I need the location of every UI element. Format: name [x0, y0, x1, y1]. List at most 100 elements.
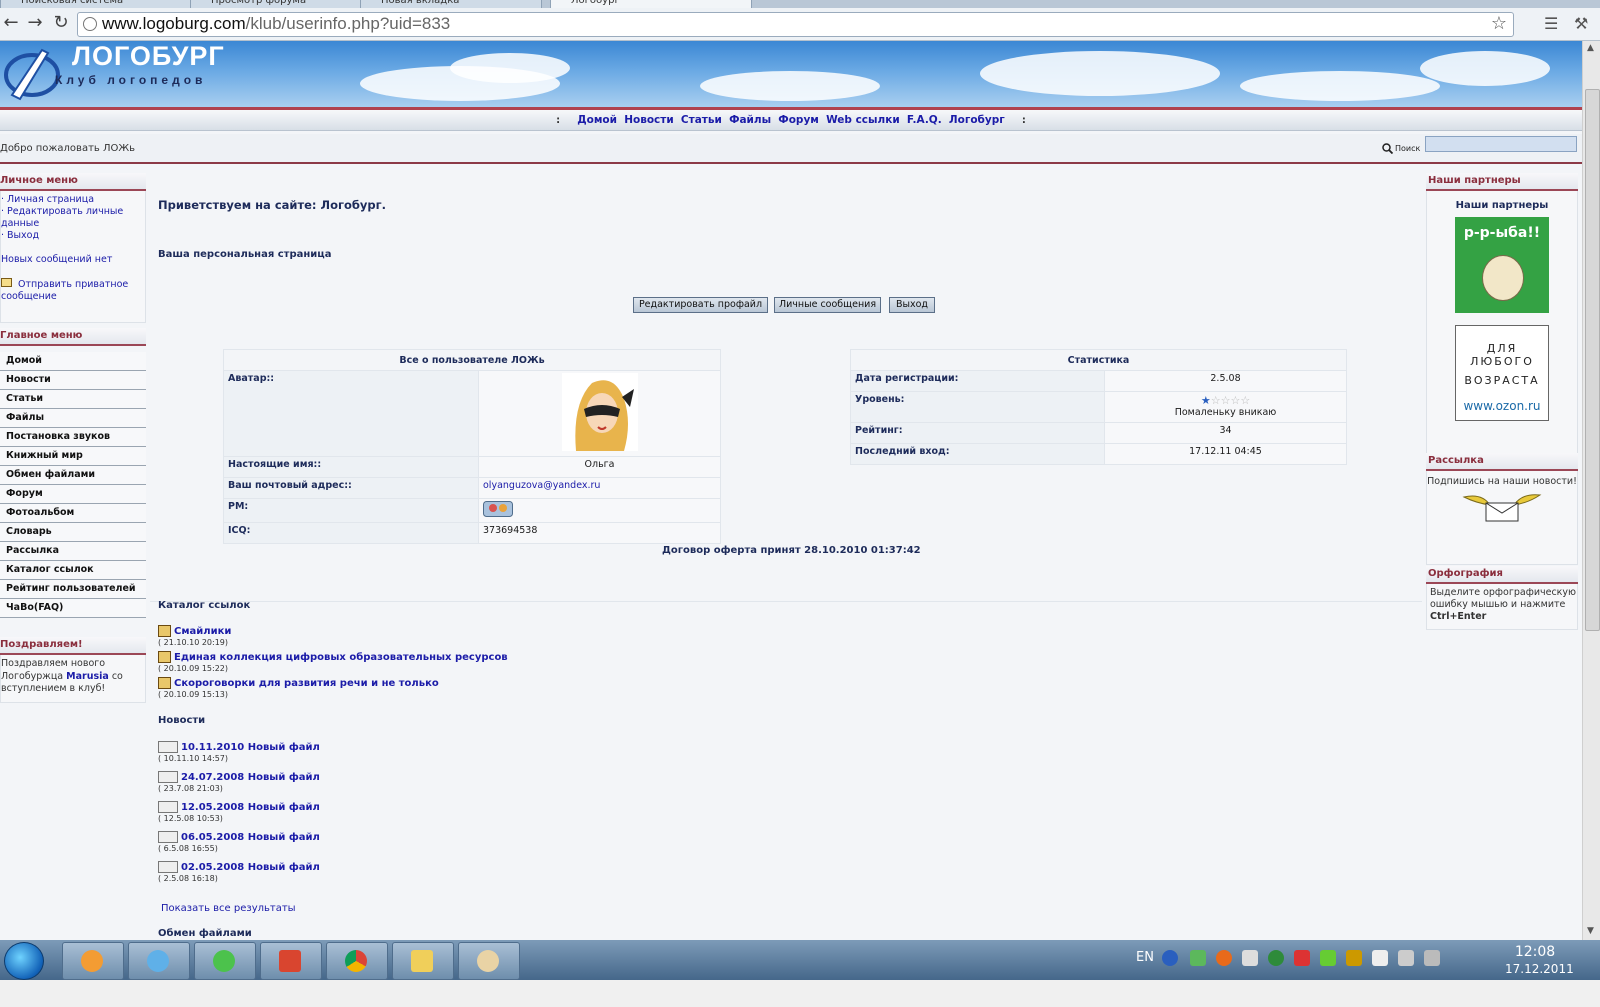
reload-button[interactable]: ↻ — [50, 12, 72, 34]
taskbar-clock[interactable]: 12:08 17.12.2011 — [1505, 944, 1574, 976]
browser-tab[interactable]: Новая вкладка — [360, 0, 542, 8]
home-icon — [158, 677, 171, 689]
scrollbar-thumb[interactable] — [1585, 89, 1600, 631]
start-button[interactable] — [4, 942, 44, 980]
menu-item-user-rating[interactable]: Рейтинг пользователей — [0, 580, 146, 599]
menu-item-sound-setting[interactable]: Постановка звуков — [0, 428, 146, 447]
taskbar-app-2[interactable] — [128, 942, 190, 980]
winged-envelope-icon[interactable] — [1462, 489, 1542, 523]
partner-banner-fish[interactable]: р-р-ыба!! — [1455, 217, 1549, 313]
catalog-link[interactable]: Единая коллекция цифровых образовательны… — [174, 652, 508, 663]
page-scrollbar[interactable]: ▲ ▼ — [1582, 41, 1600, 940]
news-link[interactable]: 10.11.2010 Новый файл — [181, 742, 320, 753]
menu-item-news[interactable]: Новости — [0, 371, 146, 390]
nav-articles[interactable]: Статьи — [681, 110, 722, 130]
help-icon[interactable] — [1162, 950, 1178, 966]
last-login-label: Последний вход: — [850, 443, 1105, 465]
pm-users-icon[interactable] — [483, 501, 513, 517]
volume-icon[interactable] — [1424, 950, 1440, 966]
user-avatar — [561, 373, 638, 451]
nav-news[interactable]: Новости — [624, 110, 674, 130]
wrench-icon[interactable]: ⚒ — [1574, 14, 1588, 33]
taskbar-app-1[interactable] — [62, 942, 124, 980]
site-logo-icon[interactable] — [2, 45, 62, 101]
news-heading: Новости — [158, 715, 206, 726]
tray-app-icon[interactable] — [1294, 950, 1310, 966]
scroll-down-arrow-icon[interactable]: ▼ — [1587, 926, 1594, 936]
pm-label: PM: — [223, 498, 479, 523]
scroll-up-arrow-icon[interactable]: ▲ — [1587, 43, 1594, 53]
network-icon[interactable] — [1398, 950, 1414, 966]
nav-logoburg[interactable]: Логобург — [949, 110, 1005, 130]
tray-app-icon[interactable] — [1320, 950, 1336, 966]
menu-item-home[interactable]: Домой — [0, 352, 146, 371]
menu-item-file-exchange[interactable]: Обмен файлами — [0, 466, 146, 485]
taskbar-app-chrome[interactable] — [326, 942, 388, 980]
news-link[interactable]: 24.07.2008 Новый файл — [181, 772, 320, 783]
show-all-results-link[interactable]: Показать все результаты — [161, 903, 296, 914]
menu-item-link-catalog[interactable]: Каталог ссылок — [0, 561, 146, 580]
spelling-title: Орфография — [1426, 566, 1578, 584]
logout-button[interactable]: Выход — [889, 297, 935, 313]
back-button[interactable]: ← — [0, 12, 22, 34]
nav-faq[interactable]: F.A.Q. — [907, 110, 942, 130]
news-link[interactable]: 06.05.2008 Новый файл — [181, 832, 320, 843]
partner-banner-ozon[interactable]: ДЛЯ ЛЮБОГО ВОЗРАСТА www.ozon.ru — [1455, 325, 1549, 421]
private-messages-button[interactable]: Личные сообщения — [774, 297, 881, 313]
tray-app-icon[interactable] — [1216, 950, 1232, 966]
taskbar-app-paint[interactable] — [458, 942, 520, 980]
search-input[interactable] — [1425, 136, 1577, 152]
envelope-icon — [1, 278, 12, 287]
logout-link[interactable]: · Выход — [1, 230, 145, 242]
list-item: 06.05.2008 Новый файл( 6.5.08 16:55) — [158, 831, 320, 853]
edit-profile-link[interactable]: · Редактировать личные данные — [1, 206, 145, 230]
cloud-decor — [700, 71, 880, 101]
menu-item-forum[interactable]: Форум — [0, 485, 146, 504]
menu-item-mailing[interactable]: Рассылка — [0, 542, 146, 561]
no-messages-link[interactable]: Новых сообщений нет — [1, 254, 145, 266]
action-center-flag-icon[interactable] — [1372, 950, 1388, 966]
nav-files[interactable]: Файлы — [729, 110, 771, 130]
news-link[interactable]: 02.05.2008 Новый файл — [181, 862, 320, 873]
taskbar-app-3[interactable] — [194, 942, 256, 980]
menu-item-files[interactable]: Файлы — [0, 409, 146, 428]
news-icon — [158, 861, 178, 873]
email-link[interactable]: olyanguzova@yandex.ru — [478, 477, 721, 499]
browser-tab[interactable]: Просмотр форума — [190, 0, 362, 8]
send-private-message-link[interactable]: Отправить приватное сообщение — [1, 278, 145, 303]
catalog-link[interactable]: Скороговорки для развития речи и не толь… — [174, 678, 439, 689]
edit-profile-button[interactable]: Редактировать профайл — [633, 297, 768, 313]
nav-home[interactable]: Домой — [577, 110, 617, 130]
page-info-icon[interactable] — [83, 17, 97, 31]
tray-app-icon[interactable] — [1190, 950, 1206, 966]
catalog-link[interactable]: Смайлики — [174, 626, 231, 637]
language-indicator[interactable]: EN — [1136, 950, 1154, 965]
personal-page-link[interactable]: · Личная страница — [1, 194, 145, 206]
nav-forum[interactable]: Форум — [778, 110, 819, 130]
menu-item-photo-album[interactable]: Фотоальбом — [0, 504, 146, 523]
bookmark-star-icon[interactable]: ☆ — [1491, 13, 1507, 34]
site-name[interactable]: ЛОГОБУРГ — [72, 41, 225, 72]
last-login-value: 17.12.11 04:45 — [1104, 443, 1347, 465]
tray-app-icon[interactable] — [1242, 950, 1258, 966]
congrats-user-link[interactable]: Marusia — [66, 671, 109, 682]
menu-item-book-world[interactable]: Книжный мир — [0, 447, 146, 466]
menu-item-faq[interactable]: ЧаВо(FAQ) — [0, 599, 146, 618]
browser-tabstrip: Поисковая система Просмотр форума Новая … — [0, 0, 1600, 8]
taskbar-app-4[interactable] — [260, 942, 322, 980]
address-bar[interactable]: www.logoburg.com/klub/userinfo.php?uid=8… — [77, 12, 1514, 37]
tray-app-icon[interactable] — [1346, 950, 1362, 966]
table-row: Последний вход: 17.12.11 04:45 — [850, 443, 1347, 465]
taskbar-app-explorer[interactable] — [392, 942, 454, 980]
browser-tab-active[interactable]: Логобург — [550, 0, 752, 8]
table-row: Настоящие имя:: Ольга — [223, 456, 721, 478]
nav-web-links[interactable]: Web ссылки — [826, 110, 900, 130]
bars-icon[interactable]: ☰ — [1544, 14, 1558, 33]
tray-app-icon[interactable] — [1268, 950, 1284, 966]
forward-button[interactable]: → — [24, 12, 46, 34]
menu-item-articles[interactable]: Статьи — [0, 390, 146, 409]
menu-item-dictionary[interactable]: Словарь — [0, 523, 146, 542]
news-link[interactable]: 12.05.2008 Новый файл — [181, 802, 320, 813]
star-empty-icon: ☆ — [1240, 394, 1251, 407]
browser-tab[interactable]: Поисковая система — [0, 0, 192, 8]
